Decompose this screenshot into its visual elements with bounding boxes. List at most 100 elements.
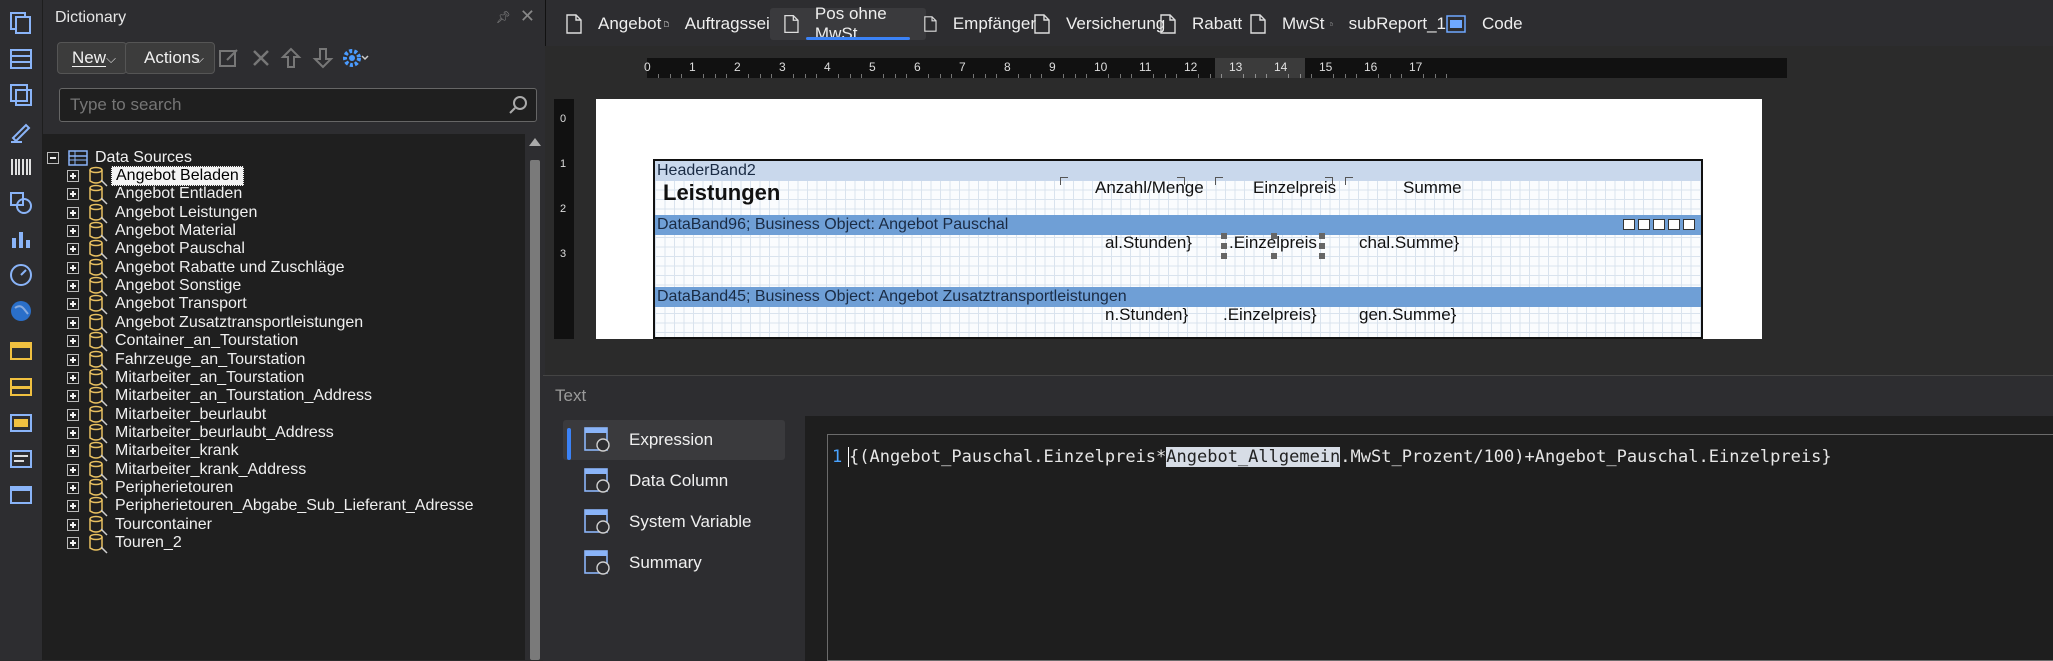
resize-handle[interactable] xyxy=(1319,233,1325,239)
expand-icon[interactable] xyxy=(67,500,79,513)
expand-icon[interactable] xyxy=(67,225,79,238)
expand-icon[interactable] xyxy=(67,280,79,293)
band-tool-icon[interactable] xyxy=(1623,219,1635,230)
pen-icon[interactable] xyxy=(6,116,36,146)
database-icon xyxy=(89,533,108,554)
ruler-tick xyxy=(1333,74,1335,78)
tree-scrollbar[interactable] xyxy=(525,134,545,660)
settings-gear-icon[interactable] xyxy=(341,46,371,70)
code-suffix: .MwSt_Prozent/100)+Angebot_Pauschal.Einz… xyxy=(1340,447,1832,467)
close-icon[interactable]: ✕ xyxy=(520,6,535,27)
data-band-96-title[interactable]: DataBand96; Business Object: Angebot Pau… xyxy=(655,215,1701,235)
expand-icon[interactable] xyxy=(67,170,79,182)
tree-item[interactable]: Touren_2 xyxy=(67,531,182,555)
report-band-icon-3[interactable] xyxy=(6,408,36,438)
band-tool-icon[interactable] xyxy=(1668,219,1680,230)
editor-wrap: 1 {(Angebot_Pauschal.Einzelpreis*Angebot… xyxy=(805,416,2053,661)
data-band-45-title[interactable]: DataBand45; Business Object: Angebot Zus… xyxy=(655,287,1701,307)
resize-handle[interactable] xyxy=(1221,233,1227,239)
r1-sum-cell[interactable]: chal.Summe} xyxy=(1359,233,1459,253)
bands-icon[interactable] xyxy=(6,44,36,74)
tab-subreport-1[interactable]: subReport_1 xyxy=(1316,8,1446,40)
new-button[interactable]: New ⌵ xyxy=(57,42,127,74)
nav-summary[interactable]: Summary xyxy=(563,543,785,583)
nav-expression[interactable]: Expression xyxy=(563,420,785,460)
expand-icon[interactable] xyxy=(67,463,79,476)
expand-icon[interactable] xyxy=(67,426,79,439)
resize-handle[interactable] xyxy=(1319,243,1325,249)
resize-handle[interactable] xyxy=(1221,253,1227,259)
report-band-icon-1[interactable] xyxy=(6,336,36,366)
nav-data-column[interactable]: Data Column xyxy=(563,461,785,501)
scroll-thumb[interactable] xyxy=(530,160,540,660)
actions-button[interactable]: Actions ⌵ xyxy=(125,42,215,74)
tab-label: Code xyxy=(1482,14,1523,33)
report-area[interactable]: HeaderBand2 Leistungen Anzahl/Menge Einz… xyxy=(653,159,1703,339)
delete-icon[interactable] xyxy=(249,46,273,70)
resize-handle[interactable] xyxy=(1271,233,1277,239)
band-tool-icon[interactable] xyxy=(1653,219,1665,230)
expand-icon[interactable] xyxy=(67,518,79,531)
chart-icon[interactable] xyxy=(6,224,36,254)
resize-handle[interactable] xyxy=(1271,253,1277,259)
report-band-icon-2[interactable] xyxy=(6,372,36,402)
col-qty-header[interactable]: Anzahl/Menge xyxy=(1095,178,1204,198)
leistungen-title[interactable]: Leistungen xyxy=(663,180,780,206)
dialog-nav: Expression Data Column System Variable Summ… xyxy=(543,416,805,661)
expand-icon[interactable] xyxy=(67,408,79,421)
expand-icon[interactable] xyxy=(67,298,79,311)
resize-handle[interactable] xyxy=(1319,253,1325,259)
report-band-icon-4[interactable] xyxy=(6,444,36,474)
move-down-icon[interactable] xyxy=(311,46,335,70)
tree-item-label: Touren_2 xyxy=(115,534,182,551)
tab-pos-ohne-mwst[interactable]: Pos ohne MwSt xyxy=(770,4,926,43)
expand-icon[interactable] xyxy=(67,316,79,329)
expression-editor[interactable]: 1 {(Angebot_Pauschal.Einzelpreis*Angebot… xyxy=(827,434,2053,661)
move-up-icon[interactable] xyxy=(279,46,303,70)
gauge-icon[interactable] xyxy=(6,260,36,290)
tab-auftragsseite[interactable]: Auftragsseite xyxy=(650,8,784,40)
barcode-icon[interactable] xyxy=(6,152,36,182)
r1-qty-cell[interactable]: al.Stunden} xyxy=(1105,233,1192,253)
pin-icon[interactable]: 📌︎ xyxy=(496,10,511,24)
cross-bands-icon[interactable] xyxy=(6,80,36,110)
resize-handle[interactable] xyxy=(1221,243,1227,249)
r2-qty-cell[interactable]: n.Stunden} xyxy=(1105,305,1188,325)
band-tool-icon[interactable] xyxy=(1683,219,1695,230)
expand-icon[interactable] xyxy=(67,261,79,274)
search-input[interactable] xyxy=(59,88,537,122)
collapse-icon[interactable] xyxy=(47,152,59,164)
expand-icon[interactable] xyxy=(67,481,79,494)
expand-icon[interactable] xyxy=(67,243,79,256)
edit-icon[interactable] xyxy=(217,46,241,70)
cell-corner xyxy=(1215,177,1223,185)
expand-icon[interactable] xyxy=(67,445,79,458)
shapes-icon[interactable] xyxy=(6,188,36,218)
nav-system-variable[interactable]: System Variable xyxy=(563,502,785,542)
ruler-tick xyxy=(1130,74,1132,78)
tab-code[interactable]: Code xyxy=(1432,8,1542,40)
r2-sum-cell[interactable]: gen.Summe} xyxy=(1359,305,1456,325)
expression-code[interactable]: {(Angebot_Pauschal.Einzelpreis*Angebot_A… xyxy=(848,447,1832,467)
report-page[interactable]: HeaderBand2 Leistungen Anzahl/Menge Einz… xyxy=(596,99,1762,339)
expand-icon[interactable] xyxy=(67,335,79,348)
search-icon[interactable] xyxy=(507,94,529,116)
tab-versicherung[interactable]: Versicherung xyxy=(1020,8,1166,40)
expand-icon[interactable] xyxy=(67,206,79,219)
r2-price-cell[interactable]: .Einzelpreis} xyxy=(1223,305,1317,325)
expand-icon[interactable] xyxy=(67,188,79,201)
col-price-header[interactable]: Einzelpreis xyxy=(1253,178,1336,198)
tab-rabatt[interactable]: Rabatt xyxy=(1146,8,1248,40)
map-icon[interactable] xyxy=(6,296,36,326)
band-tool-icon[interactable] xyxy=(1638,219,1650,230)
tab-empf-nger[interactable]: Empfänger xyxy=(910,8,1036,40)
scroll-up-icon[interactable] xyxy=(529,138,541,146)
col-sum-header[interactable]: Summe xyxy=(1403,178,1462,198)
pages-icon[interactable] xyxy=(6,8,36,38)
page-icon xyxy=(924,16,937,32)
report-band-icon-5[interactable] xyxy=(6,480,36,510)
expand-icon[interactable] xyxy=(67,371,79,384)
expand-icon[interactable] xyxy=(67,390,79,403)
expand-icon[interactable] xyxy=(67,537,79,549)
expand-icon[interactable] xyxy=(67,353,79,366)
